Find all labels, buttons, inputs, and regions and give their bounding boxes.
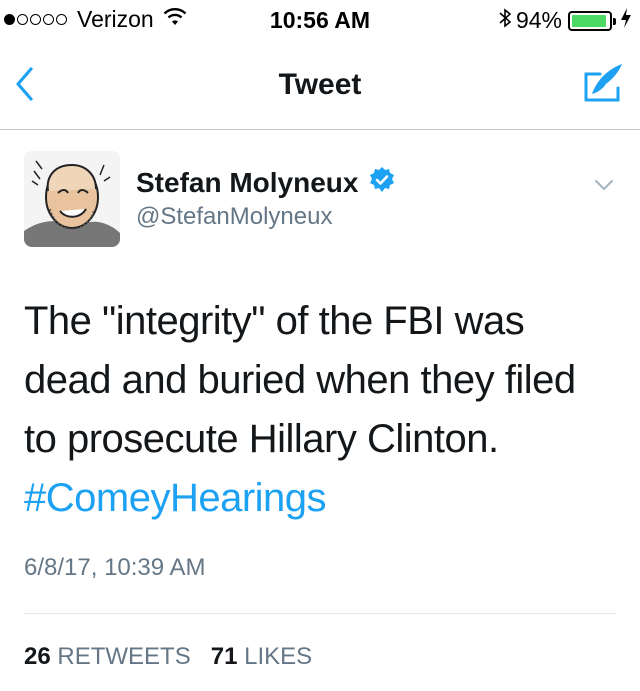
tweet-text: The "integrity" of the FBI was dead and … <box>24 292 624 528</box>
compose-tweet-icon <box>584 64 622 102</box>
compose-button[interactable] <box>580 60 626 111</box>
chevron-down-icon <box>594 179 614 191</box>
bluetooth-icon <box>498 6 512 35</box>
status-bar-right: 94% <box>498 6 632 35</box>
author-name[interactable]: Stefan Molyneux <box>136 167 358 199</box>
page-title: Tweet <box>278 68 362 101</box>
hashtag-link[interactable]: #ComeyHearings <box>24 469 624 528</box>
likes-stat[interactable]: 71 LIKES <box>211 643 312 670</box>
tweet-options-button[interactable] <box>594 178 614 196</box>
verified-badge-icon <box>368 166 396 199</box>
tweet-text-line: dead and buried when they filed <box>24 358 576 402</box>
retweets-label: RETWEETS <box>57 643 191 670</box>
navigation-bar: Tweet <box>0 40 640 130</box>
battery-percent: 94% <box>515 7 562 33</box>
author-avatar[interactable] <box>24 151 120 247</box>
battery-icon <box>568 10 616 31</box>
charging-icon <box>620 7 632 34</box>
tweet-stats: 26 RETWEETS 71 LIKES <box>24 643 312 671</box>
status-bar: Verizon 10:56 AM 94% <box>0 0 640 40</box>
likes-label: LIKES <box>244 643 313 670</box>
author-name-row: Stefan Molyneux <box>136 166 396 199</box>
retweets-count: 26 <box>24 643 51 670</box>
battery-level <box>572 14 606 27</box>
divider <box>24 613 616 614</box>
tweet-timestamp: 6/8/17, 10:39 AM <box>24 554 206 581</box>
tweet-text-line: The "integrity" of the FBI was <box>24 299 525 343</box>
author-handle[interactable]: @StefanMolyneux <box>136 203 332 231</box>
retweets-stat[interactable]: 26 RETWEETS <box>24 643 191 670</box>
tweet-text-line: to prosecute Hillary Clinton. <box>24 417 499 461</box>
likes-count: 71 <box>210 643 238 670</box>
